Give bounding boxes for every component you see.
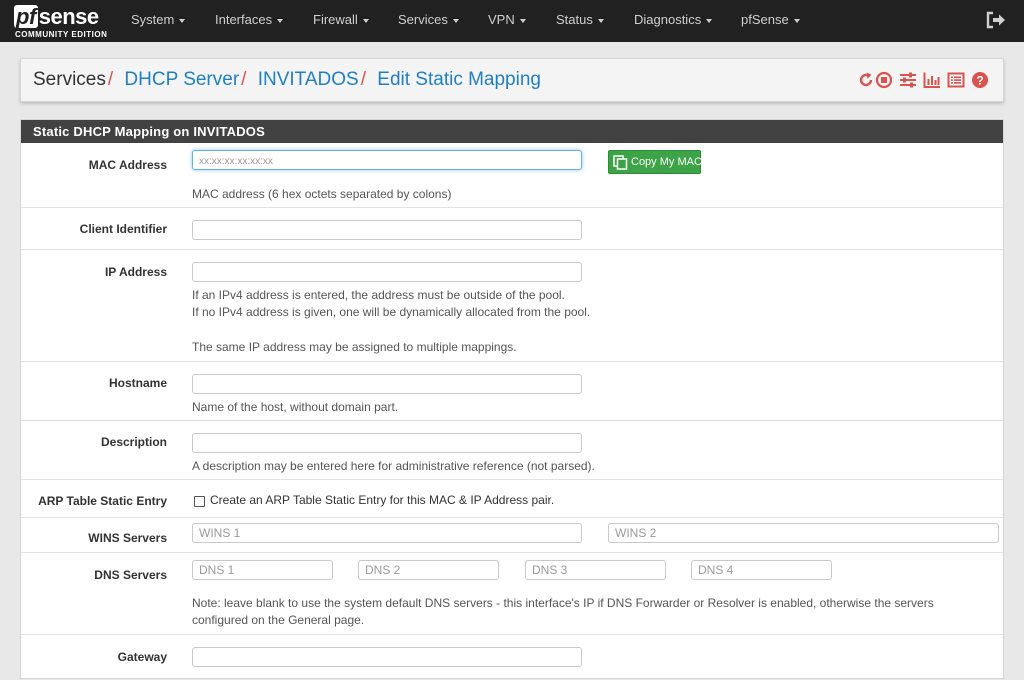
arp-static-entry-checkbox-label[interactable]: Create an ARP Table Static Entry for thi… [210, 492, 554, 509]
logo-edition: COMMUNITY EDITION [15, 30, 108, 39]
row-arp-static-entry: ARP Table Static Entry Create an ARP Tab… [21, 480, 1003, 518]
client-identifier-label: Client Identifier [79, 222, 167, 236]
logo-wordmark: pf sense [14, 4, 99, 29]
arp-static-entry-checkbox[interactable] [194, 496, 205, 507]
help-icon[interactable]: ? [971, 71, 989, 89]
row-client-identifier: Client Identifier [21, 208, 1003, 250]
nav-diagnostics[interactable]: Diagnostics [634, 0, 713, 42]
gateway-input[interactable] [192, 647, 582, 667]
nav-label: pfSense [741, 12, 789, 27]
dns-servers-note: Note: leave blank to use the system defa… [192, 596, 934, 627]
svg-text:?: ? [976, 73, 983, 87]
settings-sliders-icon[interactable] [899, 71, 917, 89]
dns-servers-label: DNS Servers [94, 568, 167, 582]
breadcrumb: Services / DHCP Server / INVITADOS / Edit S… [33, 69, 541, 91]
nav-services[interactable]: Services [398, 0, 459, 42]
dns-4-input[interactable] [691, 560, 832, 580]
nav-label: Services [398, 12, 448, 27]
panel-title: Static DHCP Mapping on INVITADOS [21, 120, 1003, 143]
nav-label: Diagnostics [634, 12, 702, 27]
mac-address-input[interactable] [192, 150, 582, 170]
wins-1-input[interactable] [192, 523, 582, 543]
ip-address-label: IP Address [104, 265, 167, 279]
copy-icon [613, 155, 628, 170]
logo-sense: sense [38, 4, 99, 29]
nav-label: Firewall [313, 12, 358, 27]
breadcrumb-bar: Services / DHCP Server / INVITADOS / Edit S… [20, 58, 1004, 102]
caret-down-icon [277, 18, 284, 23]
row-description: Description A description may be entered… [21, 421, 1003, 480]
breadcrumb-separator: / [360, 69, 366, 90]
dns-3-input[interactable] [525, 560, 666, 580]
restart-icon[interactable] [857, 71, 875, 89]
breadcrumb-edit-static-mapping[interactable]: Edit Static Mapping [377, 69, 541, 90]
logo-pf: pf [14, 4, 38, 29]
nav-label: System [131, 12, 175, 27]
caret-down-icon [452, 18, 459, 23]
arp-static-entry-label: ARP Table Static Entry [38, 494, 167, 508]
nav-vpn[interactable]: VPN [488, 0, 526, 42]
row-ip-address: IP Address If an IPv4 address is entered… [21, 250, 1003, 362]
nav-pfsense[interactable]: pfSense [741, 0, 800, 42]
caret-down-icon [706, 18, 713, 23]
caret-down-icon [793, 18, 800, 23]
nav-firewall[interactable]: Firewall [313, 0, 369, 42]
nav-label: VPN [488, 12, 515, 27]
hostname-input[interactable] [192, 374, 582, 394]
wins-servers-label: WINS Servers [88, 531, 167, 545]
hostname-help: Name of the host, without domain part. [192, 400, 399, 414]
breadcrumb-invitados[interactable]: INVITADOS [258, 69, 359, 90]
mac-address-help: MAC address (6 hex octets separated by c… [192, 187, 452, 201]
ip-address-input[interactable] [192, 262, 582, 282]
chart-icon[interactable] [923, 71, 941, 89]
sign-out-icon[interactable] [986, 11, 1006, 29]
caret-down-icon [519, 18, 526, 23]
row-wins-servers: WINS Servers [21, 518, 1003, 553]
description-help: A description may be entered here for ad… [192, 459, 595, 473]
wins-2-input[interactable] [608, 523, 999, 543]
pfsense-logo[interactable]: pf sense COMMUNITY EDITION [14, 4, 110, 40]
toolbar-icons: ? [857, 71, 991, 91]
dns-1-input[interactable] [192, 560, 333, 580]
row-dns-servers: DNS Servers Note: leave blank to use the… [21, 553, 1003, 635]
mac-address-label: MAC Address [88, 158, 167, 172]
description-input[interactable] [192, 433, 582, 453]
nav-label: Interfaces [215, 12, 273, 27]
copy-my-mac-button[interactable]: Copy My MAC [608, 150, 702, 174]
caret-down-icon [362, 18, 369, 23]
caret-down-icon [179, 18, 186, 23]
ip-address-help-dynamic: If no IPv4 address is given, one will be… [192, 305, 591, 319]
nav-label: Status [556, 12, 593, 27]
ip-address-help-pool: If an IPv4 address is entered, the addre… [192, 288, 565, 302]
breadcrumb-separator: / [107, 69, 114, 90]
breadcrumb-services: Services [33, 69, 106, 90]
breadcrumb-separator: / [241, 69, 247, 90]
nav-system[interactable]: System [131, 0, 186, 42]
row-gateway: Gateway [21, 635, 1003, 680]
caret-down-icon [597, 18, 604, 23]
row-mac-address: MAC Address Copy My MAC MAC address (6 h… [21, 143, 1003, 208]
nav-interfaces[interactable]: Interfaces [215, 0, 284, 42]
ip-address-help-multiple: The same IP address may be assigned to m… [192, 340, 517, 354]
nav-status[interactable]: Status [556, 0, 604, 42]
description-label: Description [100, 435, 167, 449]
gateway-label: Gateway [117, 650, 167, 664]
stop-icon[interactable] [875, 71, 893, 89]
breadcrumb-dhcp-server[interactable]: DHCP Server [124, 69, 239, 90]
static-mapping-panel: Static DHCP Mapping on INVITADOS MAC Add… [20, 119, 1004, 679]
log-list-icon[interactable] [947, 71, 965, 89]
copy-my-mac-label: Copy My MAC [631, 156, 702, 168]
hostname-label: Hostname [108, 376, 167, 390]
client-identifier-input[interactable] [192, 220, 582, 240]
row-hostname: Hostname Name of the host, without domai… [21, 362, 1003, 421]
dns-2-input[interactable] [358, 560, 499, 580]
top-navbar: pf sense COMMUNITY EDITION System Interfa… [0, 0, 1024, 42]
